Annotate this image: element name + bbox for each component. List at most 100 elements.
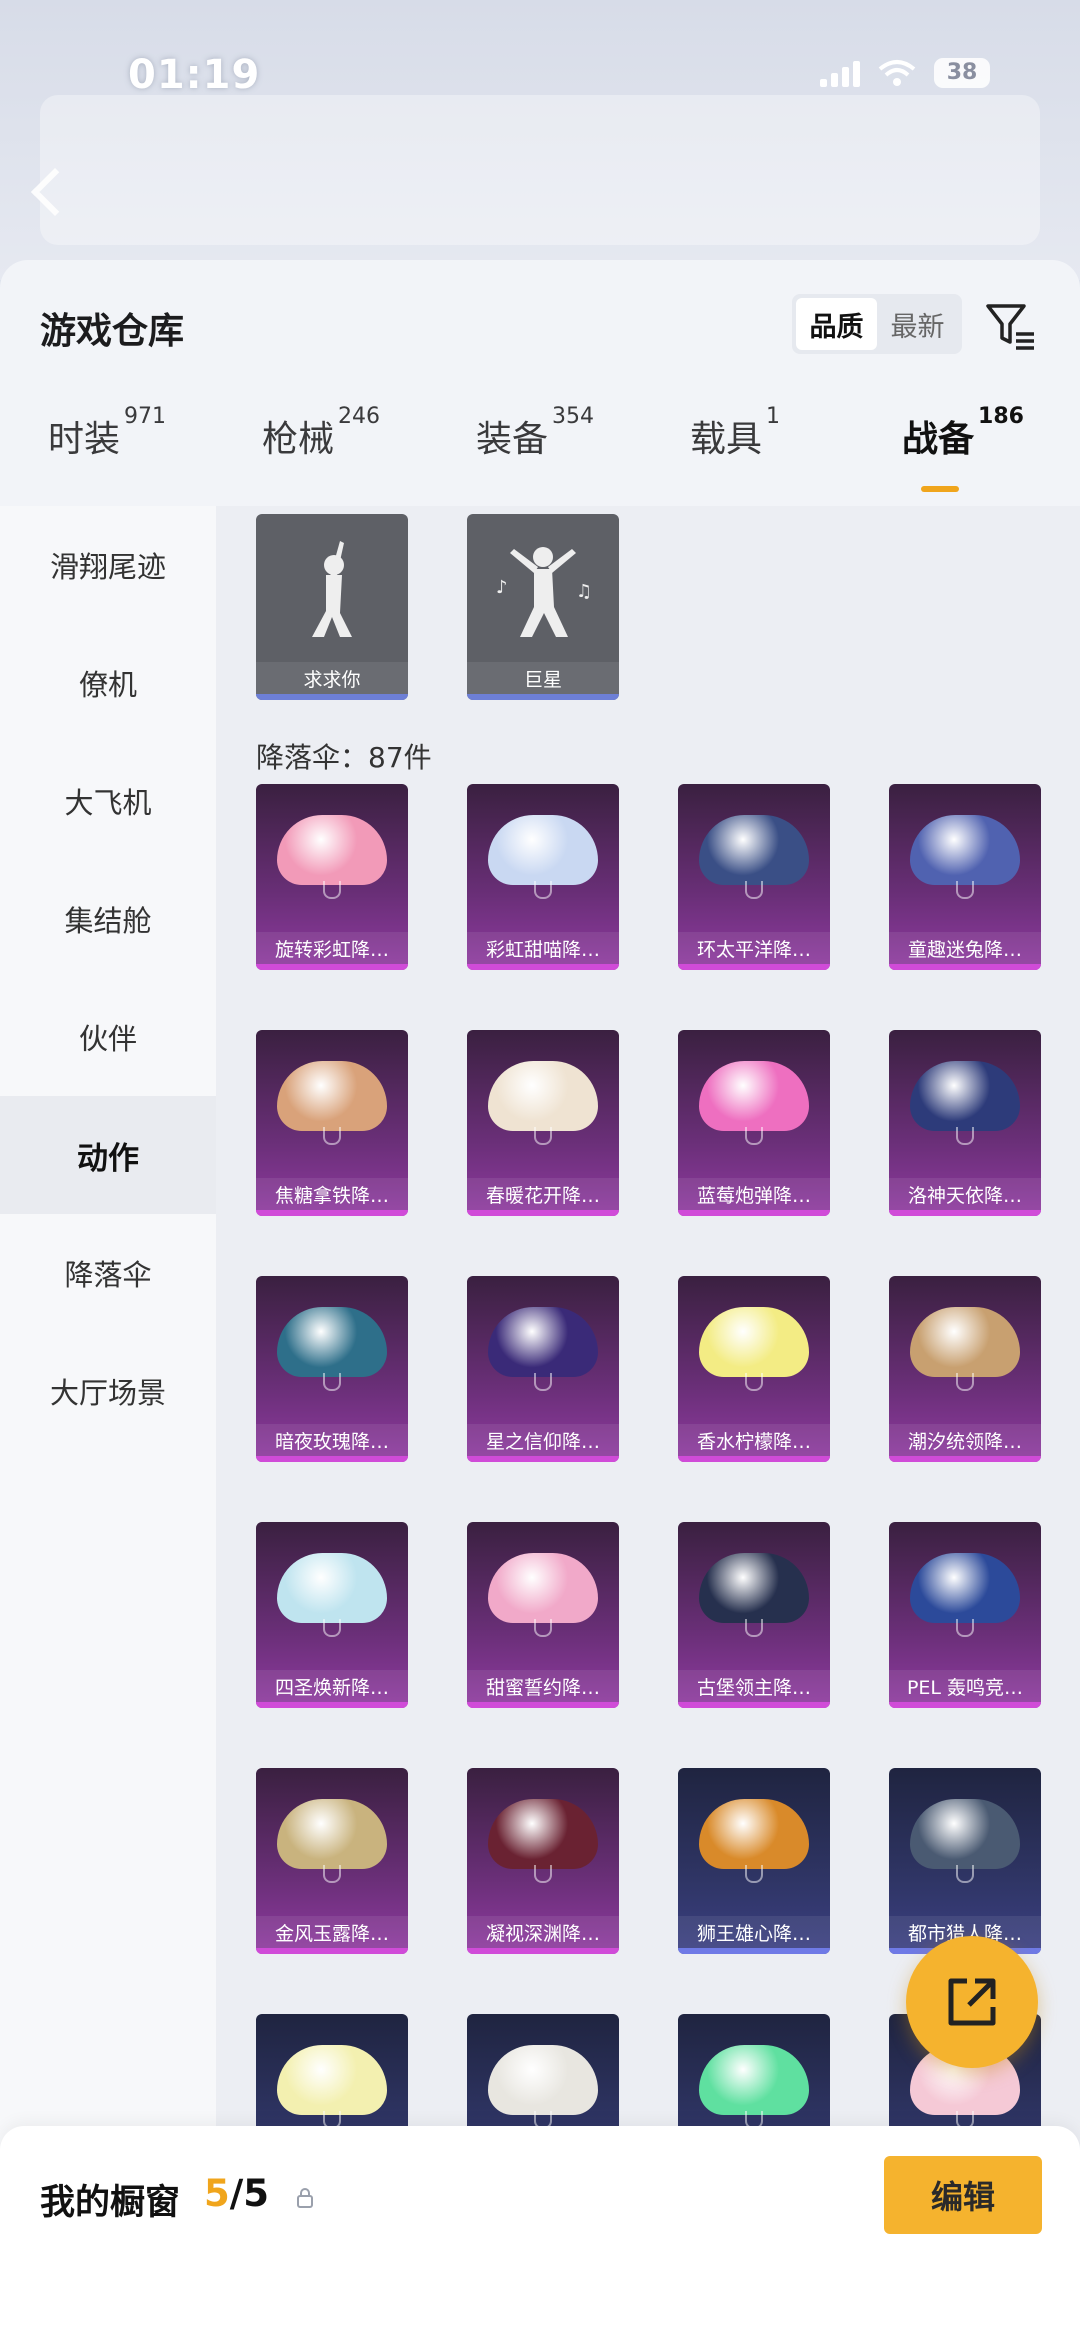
parachute-art [256, 1768, 408, 1914]
sidebar-item-rally-pod[interactable]: 集结舱 [0, 860, 216, 978]
parachute-icon [273, 809, 391, 905]
active-tab-indicator [921, 486, 959, 492]
parachute-canopy [910, 1799, 1020, 1869]
sidebar: 滑翔尾迹 僚机 大飞机 集结舱 伙伴 动作 降落伞 大厅场景 [0, 506, 216, 2347]
tab-vehicles[interactable]: 载具1 [690, 404, 780, 462]
parachute-canopy [910, 815, 1020, 885]
parachute-harness [745, 881, 763, 899]
parachute-art [678, 1522, 830, 1668]
parachute-tile[interactable]: 都市猎人降… [889, 1768, 1041, 1954]
tab-label: 战备 [902, 419, 975, 460]
parachute-harness [745, 1127, 763, 1145]
svg-text:♫: ♫ [576, 581, 592, 602]
parachute-tile[interactable]: 甜蜜誓约降… [467, 1522, 619, 1708]
sidebar-item-big-plane[interactable]: 大飞机 [0, 742, 216, 860]
parachute-harness [745, 1619, 763, 1637]
edit-button[interactable]: 编辑 [884, 2156, 1042, 2234]
emote-tile[interactable]: 求求你 [256, 514, 408, 700]
parachute-tile[interactable]: 星之信仰降… [467, 1276, 619, 1462]
tab-guns[interactable]: 枪械246 [262, 404, 380, 462]
parachute-art [467, 1522, 619, 1668]
parachute-tile[interactable]: 四圣焕新降… [256, 1522, 408, 1708]
parachute-art [889, 1768, 1041, 1914]
sidebar-item-glide-trail[interactable]: 滑翔尾迹 [0, 506, 216, 624]
parachute-icon [484, 809, 602, 905]
parachute-tile[interactable]: 环太平洋降… [678, 784, 830, 970]
parachute-tile[interactable]: 凝视深渊降… [467, 1768, 619, 1954]
status-time: 01:19 [128, 52, 261, 98]
rarity-bar [678, 1948, 830, 1954]
parachute-tile[interactable]: 古堡领主降… [678, 1522, 830, 1708]
parachute-tile[interactable]: 狮王雄心降… [678, 1768, 830, 1954]
sidebar-item-lobby-scene[interactable]: 大厅场景 [0, 1332, 216, 1450]
parachute-tile[interactable]: 金风玉露降… [256, 1768, 408, 1954]
parachute-icon [484, 2039, 602, 2135]
rarity-bar [256, 964, 408, 970]
rarity-bar [467, 1702, 619, 1708]
parachute-tile[interactable]: 暗夜玫瑰降… [256, 1276, 408, 1462]
parachute-tile[interactable]: 潮汐统领降… [889, 1276, 1041, 1462]
parachute-harness [323, 1127, 341, 1145]
parachute-canopy [277, 1799, 387, 1869]
tab-fashion[interactable]: 时装971 [48, 404, 166, 462]
showcase-current: 5 [204, 2172, 230, 2215]
parachute-icon [273, 1547, 391, 1643]
filter-icon[interactable] [984, 300, 1038, 352]
parachute-tile[interactable]: PEL 轰鸣竞… [889, 1522, 1041, 1708]
parachute-art [889, 1276, 1041, 1422]
parachute-icon [695, 2039, 813, 2135]
parachute-name: 狮王雄心降… [678, 1916, 830, 1948]
parachute-art [256, 1276, 408, 1422]
sort-quality-option[interactable]: 品质 [796, 298, 877, 350]
parachute-icon [484, 1547, 602, 1643]
parachute-harness [323, 881, 341, 899]
parachute-name: 旋转彩虹降… [256, 932, 408, 964]
parachute-art [889, 1522, 1041, 1668]
parachute-canopy [488, 1799, 598, 1869]
rarity-bar [678, 1210, 830, 1216]
parachute-art [256, 1522, 408, 1668]
parachute-canopy [277, 1307, 387, 1377]
parachute-art [467, 784, 619, 930]
parachute-icon [906, 809, 1024, 905]
sidebar-item-wingman[interactable]: 僚机 [0, 624, 216, 742]
parachute-tile[interactable]: 旋转彩虹降… [256, 784, 408, 970]
tab-battle-gear[interactable]: 战备186 [902, 404, 1024, 462]
sort-newest-option[interactable]: 最新 [877, 298, 958, 350]
parachute-canopy [277, 1061, 387, 1131]
parachute-tile[interactable]: 香水柠檬降… [678, 1276, 830, 1462]
parachute-tile[interactable]: 春暖花开降… [467, 1030, 619, 1216]
parachute-harness [534, 1619, 552, 1637]
tab-equipment[interactable]: 装备354 [476, 404, 594, 462]
parachute-art [256, 784, 408, 930]
lock-icon [297, 2188, 313, 2208]
parachute-tile[interactable]: 童趣迷兔降… [889, 784, 1041, 970]
parachute-icon [695, 1547, 813, 1643]
parachute-harness [534, 1865, 552, 1883]
rarity-bar [678, 1702, 830, 1708]
parachute-harness [534, 1373, 552, 1391]
parachute-tile[interactable]: 焦糖拿铁降… [256, 1030, 408, 1216]
sidebar-item-emotes[interactable]: 动作 [0, 1096, 216, 1214]
parachute-harness [534, 1127, 552, 1145]
rarity-bar [256, 694, 408, 700]
share-icon [948, 1978, 996, 2026]
parachute-canopy [910, 1553, 1020, 1623]
parachute-tile[interactable]: 蓝莓炮弹降… [678, 1030, 830, 1216]
parachute-harness [956, 1619, 974, 1637]
parachute-harness [956, 1865, 974, 1883]
background-panel [40, 95, 1040, 245]
rarity-bar [467, 1456, 619, 1462]
parachute-name: 香水柠檬降… [678, 1424, 830, 1456]
sidebar-item-companion[interactable]: 伙伴 [0, 978, 216, 1096]
share-button[interactable] [906, 1936, 1038, 2068]
emote-tile[interactable]: ♪ ♫ 巨星 [467, 514, 619, 700]
page-title: 游戏仓库 [40, 311, 185, 352]
emote-dance-icon: ♪ ♫ [496, 547, 592, 637]
parachute-icon [484, 1055, 602, 1151]
parachute-tile[interactable]: 彩虹甜喵降… [467, 784, 619, 970]
parachute-name: 焦糖拿铁降… [256, 1178, 408, 1210]
sidebar-item-parachute[interactable]: 降落伞 [0, 1214, 216, 1332]
parachute-tile[interactable]: 洛神天依降… [889, 1030, 1041, 1216]
parachute-canopy [488, 2045, 598, 2115]
